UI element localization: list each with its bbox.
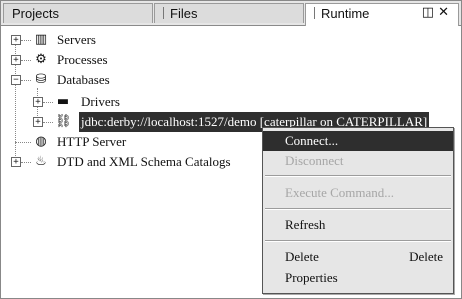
collapse-icon[interactable]: − — [11, 75, 21, 85]
tree-node-http-server[interactable]: ◍ HTTP Server — [1, 132, 241, 152]
tree-node-drivers[interactable]: + ▬ Drivers — [1, 92, 241, 112]
servers-icon: ▥ — [34, 32, 48, 47]
tab-runtime-label: Runtime — [321, 6, 370, 21]
restore-window-icon[interactable]: ◫ — [422, 4, 438, 19]
menu-separator — [265, 208, 451, 210]
menu-item-label: Connect... — [285, 133, 339, 148]
folder-icon: ▬ — [56, 94, 70, 109]
processes-icon: ⚙ — [35, 52, 47, 67]
menu-item-refresh[interactable]: Refresh — [263, 215, 453, 235]
expand-icon[interactable]: + — [33, 97, 43, 107]
menu-item-properties[interactable]: Properties — [263, 268, 453, 288]
tree-node-databases[interactable]: − ⛁ Databases — [1, 70, 241, 90]
http-server-icon: ◍ — [35, 134, 47, 149]
tree-node-label: Drivers — [81, 94, 120, 109]
menu-separator — [265, 175, 451, 177]
tab-grip-icon — [314, 7, 317, 19]
database-icon: ⛁ — [35, 72, 47, 87]
tree-node-label: Servers — [57, 32, 96, 47]
tree-node-label: Databases — [57, 72, 110, 87]
tree-node-servers[interactable]: + ▥ Servers — [1, 30, 241, 50]
menu-item-shortcut: Delete — [409, 249, 443, 264]
tree-node-label: HTTP Server — [57, 134, 127, 149]
tab-files[interactable]: Files — [154, 3, 304, 23]
tab-grip-icon — [163, 7, 166, 19]
tree-node-dtd-catalogs[interactable]: + ♨ DTD and XML Schema Catalogs — [1, 152, 251, 172]
close-icon[interactable]: ✕ — [438, 4, 453, 19]
runtime-window: Projects Files Runtime ◫✕ + ▥ Servers + … — [0, 0, 462, 299]
tab-files-label: Files — [170, 6, 198, 21]
tree-node-label: DTD and XML Schema Catalogs — [57, 154, 231, 169]
broken-connection-icon: ⛓ — [55, 114, 72, 129]
expand-icon[interactable]: + — [11, 157, 21, 167]
menu-item-disconnect[interactable]: Disconnect — [263, 151, 453, 171]
tab-strip: Projects Files Runtime ◫✕ — [1, 1, 461, 26]
menu-item-execute-command[interactable]: Execute Command... — [263, 183, 453, 203]
menu-separator — [265, 240, 451, 242]
tab-projects[interactable]: Projects — [3, 3, 153, 23]
expand-icon[interactable]: + — [33, 117, 43, 127]
menu-item-delete[interactable]: Delete Delete — [263, 247, 453, 267]
menu-item-label: Properties — [285, 270, 338, 285]
menu-item-connect[interactable]: Connect... — [263, 131, 453, 151]
expand-icon[interactable]: + — [11, 55, 21, 65]
tree-node-label: Processes — [57, 52, 108, 67]
menu-item-label: Execute Command... — [285, 185, 395, 200]
tab-projects-label: Projects — [12, 6, 59, 21]
menu-item-label: Delete — [285, 249, 319, 264]
context-menu: Connect... Disconnect Execute Command...… — [262, 127, 454, 294]
catalog-icon: ♨ — [35, 154, 47, 169]
window-controls: ◫✕ — [422, 4, 453, 20]
expand-icon[interactable]: + — [11, 35, 21, 45]
menu-item-label: Refresh — [285, 217, 326, 232]
menu-item-label: Disconnect — [285, 153, 344, 168]
tree-node-processes[interactable]: + ⚙ Processes — [1, 50, 241, 70]
